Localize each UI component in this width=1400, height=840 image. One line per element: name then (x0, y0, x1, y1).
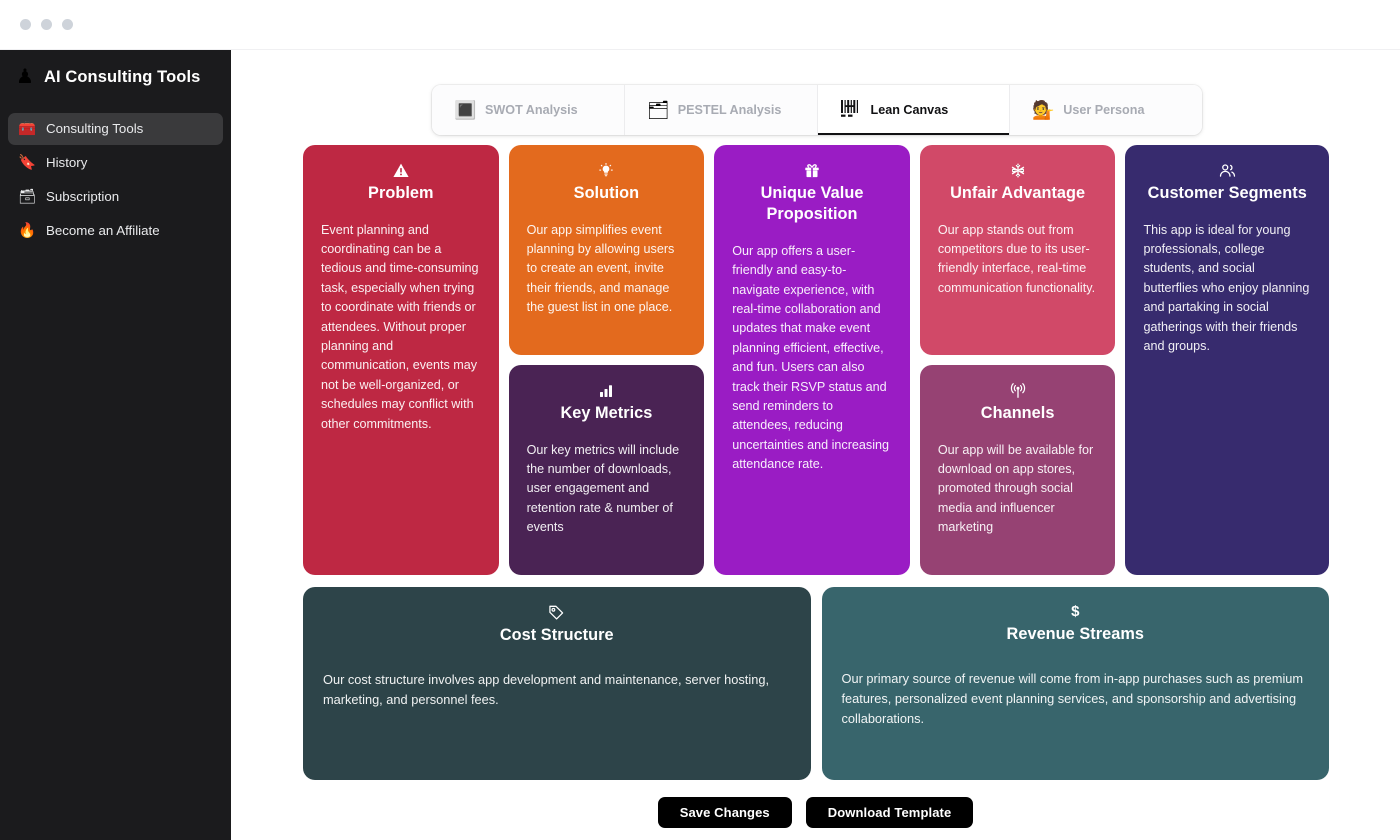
card-body: Our app simplifies event planning by all… (526, 222, 675, 315)
app-window: ♟ AI Consulting Tools 🧰 Consulting Tools… (0, 0, 1400, 840)
snowflake-icon (938, 162, 1098, 178)
sidebar-item-become-an-affiliate[interactable]: 🔥 Become an Affiliate (8, 215, 223, 247)
lean-canvas-grid: Problem Event planning and coordinating … (303, 145, 1330, 575)
save-changes-button[interactable]: Save Changes (657, 797, 792, 828)
card-problem[interactable]: Problem Event planning and coordinating … (303, 145, 499, 575)
canvas-column-problem: Problem Event planning and coordinating … (303, 145, 499, 575)
card-channels[interactable]: Channels Our app will be available for d… (919, 365, 1116, 575)
card-body: Our app will be available for download o… (937, 442, 1094, 535)
tab-label: User Persona (1063, 103, 1145, 117)
canvas-column-unfair-advantage: Unfair Advantage Our app stands out from… (919, 145, 1116, 575)
card-unfair-advantage[interactable]: Unfair Advantage Our app stands out from… (919, 145, 1116, 355)
card-title: Cost Structure (499, 625, 614, 644)
card-title: Key Metrics (560, 403, 653, 422)
maximize-window-icon[interactable] (62, 19, 73, 30)
download-template-button[interactable]: Download Template (805, 797, 974, 828)
card-body: Our cost structure involves app developm… (323, 671, 769, 707)
tab-user-persona[interactable]: 💁 User Persona (1010, 85, 1202, 135)
tab-lean-canvas[interactable]: Lean Canvas (817, 85, 1011, 135)
warning-triangle-icon (321, 162, 481, 178)
broadcast-antenna-icon (938, 382, 1098, 398)
card-key-metrics[interactable]: Key Metrics Our key metrics will include… (508, 365, 705, 575)
canvas-column-customer-segments: Customer Segments This app is ideal for … (1125, 145, 1330, 575)
barcode-icon (840, 99, 860, 121)
sidebar: ♟ AI Consulting Tools 🧰 Consulting Tools… (0, 50, 231, 840)
tag-icon (323, 604, 791, 620)
card-title: Unique Value Proposition (760, 183, 864, 223)
card-title: Revenue Streams (1006, 625, 1144, 643)
card-title: Unfair Advantage (950, 183, 1086, 202)
person-icon: 💁 (1032, 100, 1055, 120)
sidebar-item-label: History (46, 155, 88, 171)
card-body: Our primary source of revenue will come … (841, 671, 1304, 727)
card-title: Solution (573, 183, 640, 202)
tab-label: Lean Canvas (870, 103, 949, 117)
document-chart-icon: 🗂 (646, 100, 670, 120)
canvas-column-solution: Solution Our app simplifies event planni… (508, 145, 705, 575)
fire-icon: 🔥 (18, 222, 37, 239)
gift-icon (732, 162, 892, 178)
tab-swot-analysis[interactable]: 🔳 SWOT Analysis (432, 85, 625, 135)
card-solution[interactable]: Solution Our app simplifies event planni… (508, 145, 705, 355)
card-customer-segments[interactable]: Customer Segments This app is ideal for … (1125, 145, 1330, 575)
toolbox-icon: 🧰 (18, 120, 37, 137)
sidebar-item-label: Consulting Tools (46, 121, 144, 137)
card-body: Our app offers a user-friendly and easy-… (732, 243, 890, 472)
card-body: Event planning and coordinating can be a… (321, 222, 479, 431)
sidebar-nav: 🧰 Consulting Tools 🔖 History 🗃 Subscript… (0, 113, 231, 247)
card-title: Problem (368, 183, 434, 202)
lightbulb-icon (527, 162, 687, 178)
card-title: Customer Segments (1147, 183, 1307, 202)
sidebar-item-history[interactable]: 🔖 History (8, 147, 223, 179)
swot-grid-icon: 🔳 (454, 100, 477, 120)
sidebar-item-label: Become an Affiliate (46, 223, 160, 239)
bookmark-icon: 🔖 (18, 154, 37, 171)
sidebar-item-label: Subscription (46, 189, 120, 205)
main-content: 🔳 SWOT Analysis 🗂 PESTEL Analysis Lean C… (231, 50, 1400, 840)
app-title: AI Consulting Tools (43, 67, 201, 86)
chess-pawn-icon: ♟ (16, 66, 34, 88)
bar-chart-icon (527, 382, 687, 398)
card-index-icon: 🗃 (18, 188, 37, 205)
dollar-icon: $ (1071, 603, 1080, 620)
tool-tabbar: 🔳 SWOT Analysis 🗂 PESTEL Analysis Lean C… (432, 85, 1202, 135)
lean-canvas-bottom-row: Cost Structure Our cost structure involv… (303, 587, 1329, 780)
tab-pestel-analysis[interactable]: 🗂 PESTEL Analysis (624, 85, 818, 135)
minimize-window-icon[interactable] (41, 19, 52, 30)
card-unique-value-proposition[interactable]: Unique Value Proposition Our app offers … (714, 145, 910, 575)
card-body: Our key metrics will include the number … (526, 442, 680, 535)
action-bar: Save Changes Download Template (231, 797, 1400, 828)
sidebar-item-subscription[interactable]: 🗃 Subscription (8, 181, 223, 213)
brand: ♟ AI Consulting Tools (0, 50, 231, 87)
traffic-lights (20, 19, 73, 30)
close-window-icon[interactable] (20, 19, 31, 30)
card-title: Channels (980, 403, 1055, 422)
tab-label: PESTEL Analysis (677, 103, 782, 117)
sidebar-item-consulting-tools[interactable]: 🧰 Consulting Tools (8, 113, 223, 145)
card-body: Our app stands out from competitors due … (937, 222, 1096, 295)
card-body: This app is ideal for young professional… (1143, 222, 1310, 354)
canvas-column-uvp: Unique Value Proposition Our app offers … (714, 145, 910, 575)
window-titlebar (0, 0, 1400, 50)
tab-label: SWOT Analysis (485, 103, 578, 117)
card-cost-structure[interactable]: Cost Structure Our cost structure involv… (303, 587, 811, 780)
card-revenue-streams[interactable]: $ Revenue Streams Our primary source of … (821, 587, 1329, 780)
users-icon (1143, 162, 1311, 178)
